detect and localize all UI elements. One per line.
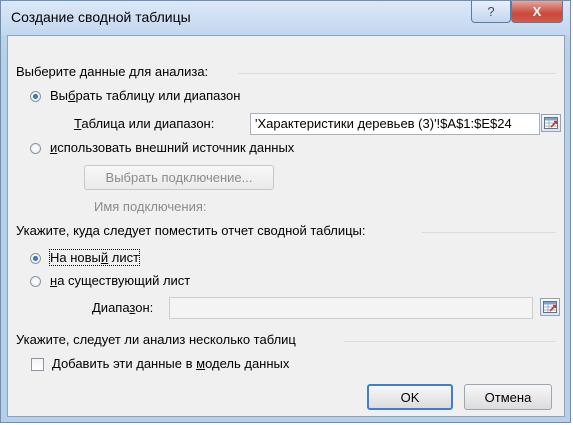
choose-connection-button[interactable]: Выбрать подключение...: [84, 165, 274, 190]
section-multiple-tables-heading: Укажите, следует ли анализ несколько таб…: [16, 332, 296, 347]
close-button[interactable]: X: [511, 1, 563, 23]
range-picker-button[interactable]: [541, 114, 561, 132]
radio-new-sheet-label[interactable]: На новый лист: [48, 249, 141, 266]
separator: [238, 73, 556, 74]
radio-new-sheet[interactable]: [30, 253, 41, 264]
dialog-title: Создание сводной таблицы: [11, 9, 191, 25]
radio-existing-sheet[interactable]: [30, 276, 41, 287]
radio-existing-sheet-label[interactable]: на существующий лист: [50, 273, 190, 288]
location-picker-button[interactable]: [540, 298, 560, 316]
radio-external-source[interactable]: [30, 143, 41, 154]
range-field-label: Таблица или диапазон:: [74, 116, 215, 131]
range-picker-icon: [543, 301, 557, 313]
range-input[interactable]: 'Характеристики деревьев (3)'!$A$1:$E$24: [250, 113, 540, 135]
data-model-checkbox[interactable]: [31, 358, 44, 371]
help-button[interactable]: ?: [471, 1, 511, 23]
cancel-button[interactable]: Отмена: [464, 384, 552, 410]
radio-select-range[interactable]: [30, 91, 41, 102]
range-picker-icon: [544, 117, 558, 129]
title-bar[interactable]: Создание сводной таблицы ? X: [1, 1, 570, 35]
help-icon: ?: [487, 4, 495, 19]
ok-button[interactable]: OK: [367, 384, 453, 410]
separator: [344, 341, 556, 342]
section-placement-heading: Укажите, куда следует поместить отчет св…: [16, 223, 366, 238]
pivot-table-dialog: Создание сводной таблицы ? X Выберите да…: [0, 0, 571, 423]
separator: [422, 232, 556, 233]
radio-select-range-label[interactable]: Выбрать таблицу или диапазон: [50, 88, 240, 103]
dialog-body: Выберите данные для анализа: Выбрать таб…: [7, 35, 565, 417]
location-range-label: Диапазон:: [92, 300, 154, 315]
data-model-checkbox-label[interactable]: Добавить эти данные в модель данных: [52, 356, 289, 371]
connection-name-label: Имя подключения:: [94, 199, 207, 214]
section-select-data-heading: Выберите данные для анализа:: [16, 64, 209, 79]
close-icon: X: [532, 4, 542, 19]
location-range-input[interactable]: [169, 297, 533, 319]
radio-external-source-label[interactable]: использовать внешний источник данных: [50, 140, 294, 155]
